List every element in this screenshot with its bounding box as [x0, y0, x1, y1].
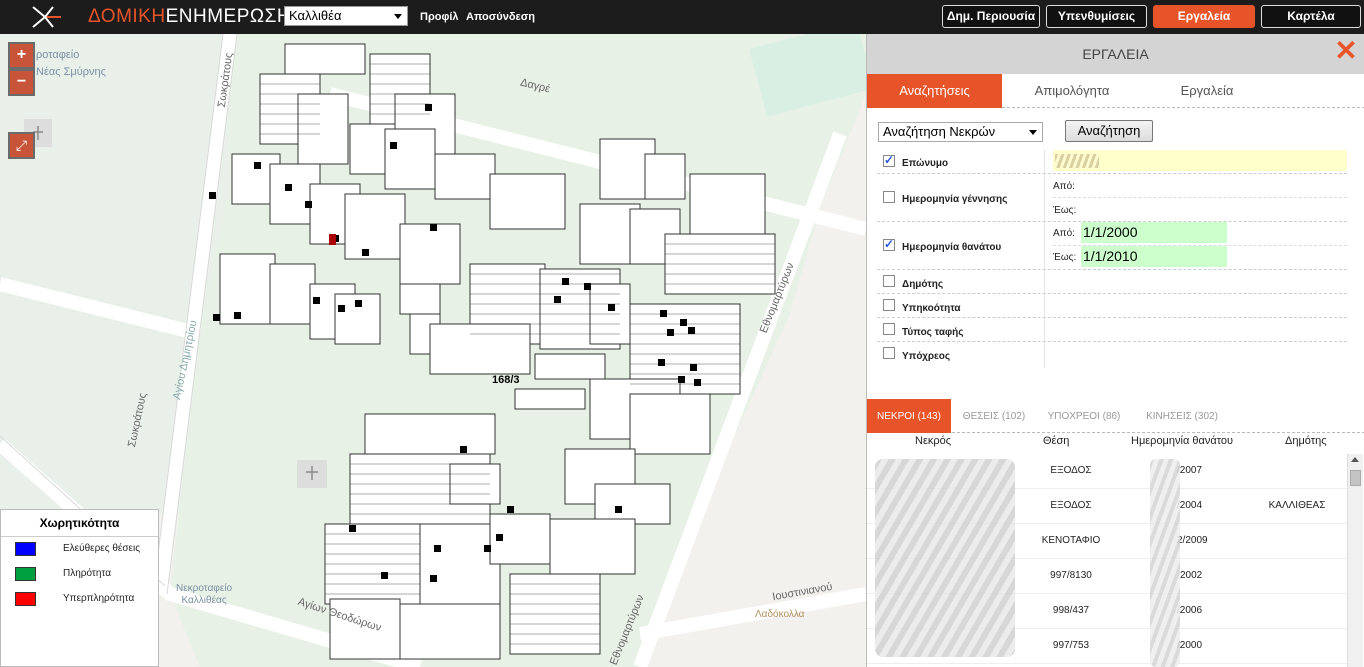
- column-header[interactable]: Θέση: [1043, 435, 1069, 447]
- burial-type-checkbox[interactable]: [883, 323, 895, 335]
- birth-date-checkbox[interactable]: [883, 191, 895, 203]
- tab-obligors[interactable]: ΥΠΟΧΡΕΟΙ (86): [1037, 399, 1131, 433]
- citizen-checkbox[interactable]: [883, 275, 895, 287]
- tab-positions[interactable]: ΘΕΣΕΙΣ (102): [951, 399, 1037, 433]
- tab-searches[interactable]: Αναζητήσεις: [867, 74, 1002, 108]
- zoom-out-button[interactable]: −: [8, 69, 35, 96]
- tab-uninvoiced[interactable]: Απιμολόγητα: [1002, 74, 1142, 108]
- logout-link[interactable]: Αποσύνδεση: [466, 11, 535, 23]
- tools-panel: ΕΡΓΑΛΕΙΑ ✕ Αναζητήσεις Απιμολόγητα Εργαλ…: [866, 34, 1364, 667]
- poi-cemetery-kallithea: Νεκροταφείο Καλλιθέας: [176, 583, 233, 606]
- column-header[interactable]: Ημερομηνία θανάτου: [1131, 435, 1233, 447]
- profile-link[interactable]: Προφίλ: [420, 11, 459, 23]
- legend-swatch: [15, 542, 36, 556]
- nationality-checkbox[interactable]: [883, 299, 895, 311]
- field-nationality: Υπηκοότητα: [877, 294, 1347, 318]
- reminders-button[interactable]: Υπενθυμίσεις: [1046, 5, 1147, 28]
- redacted-value: [1055, 154, 1099, 168]
- results-scrollbar[interactable]: [1347, 454, 1363, 667]
- chevron-down-icon: [394, 14, 402, 19]
- field-obligor: Υπόχρεος: [877, 342, 1347, 366]
- municipal-property-button[interactable]: Δημ. Περιουσία: [942, 5, 1040, 28]
- panel-title: ΕΡΓΑΛΕΙΑ: [867, 34, 1364, 74]
- scroll-thumb[interactable]: [1350, 470, 1361, 486]
- surname-checkbox[interactable]: [883, 153, 895, 167]
- legend-title: Χωρητικότητα: [1, 510, 158, 537]
- tab-tools[interactable]: Εργαλεία: [1142, 74, 1272, 108]
- close-icon[interactable]: ✕: [1334, 37, 1358, 65]
- panel-tabs: Αναζητήσεις Απιμολόγητα Εργαλεία: [867, 74, 1364, 108]
- obligor-checkbox[interactable]: [883, 347, 895, 359]
- legend-item: Υπερπληρότητα: [15, 592, 155, 607]
- redacted-dates: [1150, 459, 1180, 667]
- tools-button[interactable]: Εργαλεία: [1153, 5, 1255, 28]
- municipality-select[interactable]: Καλλιθέα: [284, 6, 408, 26]
- field-citizen: Δημότης: [877, 270, 1347, 294]
- redacted-names: [875, 459, 1015, 657]
- map-view[interactable]: + − ⤢ ροταφείο Νέας Σμύρνης Νεκροταφείο …: [0, 34, 866, 667]
- brand-name: ΔΟΜΙΚΗΕΝΗΜΕΡΩΣΗ: [88, 6, 292, 27]
- death-date-from-input[interactable]: 1/1/2000: [1081, 222, 1227, 243]
- column-header[interactable]: Δημότης: [1285, 435, 1327, 447]
- tab-deceased[interactable]: ΝΕΚΡΟΙ (143): [867, 399, 951, 433]
- legend-swatch: [15, 592, 36, 606]
- column-header[interactable]: Νεκρός: [915, 435, 951, 447]
- result-tabs: ΝΕΚΡΟΙ (143) ΘΕΣΕΙΣ (102) ΥΠΟΧΡΕΟΙ (86) …: [867, 399, 1364, 433]
- scroll-up-icon[interactable]: [1351, 457, 1359, 462]
- card-button[interactable]: Καρτέλα: [1261, 5, 1361, 28]
- field-birth-date: Ημερομηνία γέννησης Από: Έως:: [877, 174, 1347, 222]
- search-button[interactable]: Αναζήτηση: [1065, 120, 1153, 142]
- legend-item: Ελεύθερες θέσεις: [15, 542, 155, 557]
- death-date-checkbox[interactable]: [883, 237, 895, 251]
- legend-item: Πληρότητα: [15, 567, 155, 582]
- plot-label: 168/3: [492, 374, 520, 386]
- field-burial-type: Τύπος ταφής: [877, 318, 1347, 342]
- capacity-legend: Χωρητικότητα Ελεύθερες θέσεις Πληρότητα …: [0, 509, 159, 667]
- zoom-in-button[interactable]: +: [8, 42, 35, 69]
- expand-icon[interactable]: ⤢: [8, 132, 35, 159]
- search-type-select[interactable]: Αναζήτηση Νεκρών: [878, 122, 1043, 142]
- poi-ladokolla: Λαδόκολλα: [755, 609, 805, 620]
- top-bar: ΔΟΜΙΚΗΕΝΗΜΕΡΩΣΗ Καλλιθέα Προφίλ Αποσύνδε…: [0, 0, 1364, 34]
- poi-cemetery-nea-smyrni: ροταφείο Νέας Σμύρνης: [36, 49, 106, 78]
- tab-movements[interactable]: ΚΙΝΗΣΕΙΣ (302): [1131, 399, 1233, 433]
- legend-swatch: [15, 567, 36, 581]
- death-date-to-input[interactable]: 1/1/2010: [1081, 246, 1227, 267]
- chevron-down-icon: [1029, 130, 1037, 135]
- logo-icon: [32, 6, 61, 28]
